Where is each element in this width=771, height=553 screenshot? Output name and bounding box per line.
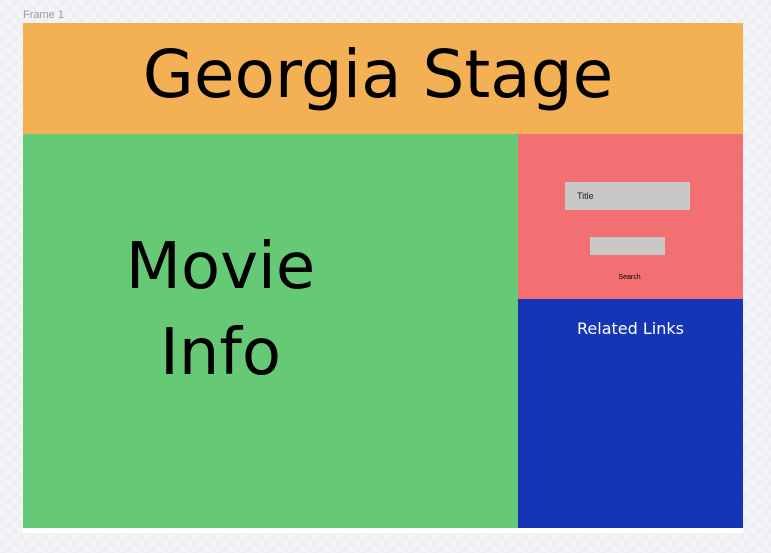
related-links-panel: Related Links <box>518 299 743 528</box>
search-panel: Search <box>518 134 743 299</box>
design-canvas: Frame 1 Georgia Stage Movie Info Search … <box>0 0 771 553</box>
movie-info-title: Movie Info <box>23 224 418 396</box>
search-button[interactable]: Search <box>602 270 657 284</box>
title-search-input[interactable] <box>565 182 690 210</box>
related-links-title: Related Links <box>577 319 684 338</box>
movie-info-panel: Movie Info <box>23 134 518 528</box>
secondary-search-input[interactable] <box>590 237 665 255</box>
frame: Georgia Stage Movie Info Search Related … <box>23 23 743 533</box>
site-title: Georgia Stage <box>142 36 614 113</box>
movie-info-title-line2: Info <box>159 316 282 390</box>
movie-info-title-line1: Movie <box>125 230 316 304</box>
frame-label[interactable]: Frame 1 <box>23 9 64 21</box>
header-banner: Georgia Stage <box>23 23 743 134</box>
